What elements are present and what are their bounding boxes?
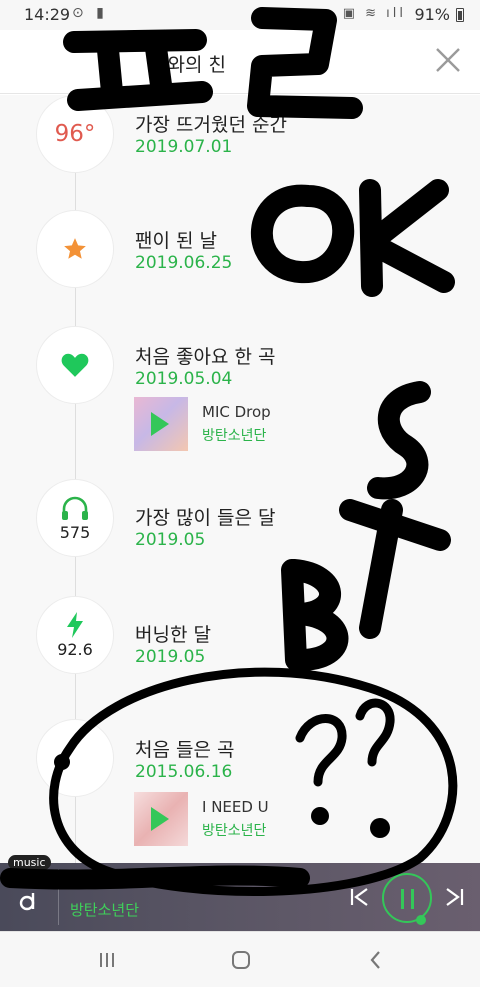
heart-badge — [36, 326, 114, 404]
entry-label: 가장 뜨거웠던 순간 — [135, 114, 287, 136]
back-icon[interactable] — [364, 948, 388, 972]
entry-label: 처음 좋아요 한 곡 — [135, 346, 276, 368]
entry-date: 2019.05 — [135, 530, 206, 550]
page-title: 나와의 친 — [150, 54, 226, 76]
notification-icons: ⊙ ▮ — [72, 5, 108, 21]
status-bar: 14:29 ⊙ ▮ ▣ ≋ ıll 91% — [0, 0, 480, 30]
entry-date: 2019.05 — [135, 647, 206, 667]
album-cover[interactable] — [134, 397, 188, 451]
album-cover[interactable] — [134, 792, 188, 846]
song-item[interactable]: I NEED U 방탄소년단 — [134, 792, 434, 848]
progress-dot[interactable] — [416, 915, 426, 925]
entry-label: 처음 들은 곡 — [135, 739, 235, 761]
temperature-badge: 96° — [36, 95, 114, 173]
header: 나와의 친 — [0, 30, 480, 94]
entry-date: 2019.06.25 — [135, 253, 233, 273]
home-icon[interactable] — [229, 948, 253, 972]
signal-icons: ▣ ≋ ıll — [342, 6, 406, 21]
song-artist: 방탄소년단 — [202, 823, 267, 839]
song-title: I NEED U — [202, 798, 269, 816]
music-tag: music — [8, 855, 51, 870]
song-title: MIC Drop — [202, 403, 271, 421]
pause-icon — [401, 889, 404, 909]
status-time: 14:29 — [24, 5, 71, 24]
first-listen-badge — [36, 719, 114, 797]
play-icon[interactable] — [151, 412, 169, 436]
next-track-icon[interactable] — [442, 885, 466, 909]
lightning-badge: 92.6 — [36, 596, 114, 674]
timeline[interactable]: 96° 가장 뜨거웠던 순간 2019.07.01 팬이 된 날 2019.06… — [0, 95, 480, 863]
entry-date: 2019.07.01 — [135, 137, 233, 157]
pause-icon — [411, 889, 414, 909]
play-icon[interactable] — [151, 807, 169, 831]
system-nav-bar — [0, 931, 480, 987]
previous-track-icon[interactable] — [348, 885, 372, 909]
burning-score: 92.6 — [57, 639, 93, 659]
song-artist: 방탄소년단 — [202, 428, 267, 444]
mini-player[interactable]: music 방탄소년단 — [0, 855, 480, 931]
pause-button[interactable] — [382, 873, 432, 925]
recent-apps-icon[interactable] — [95, 948, 119, 972]
song-item[interactable]: MIC Drop 방탄소년단 — [134, 397, 434, 453]
star-icon — [64, 238, 86, 259]
entry-label: 버닝한 달 — [135, 624, 211, 646]
entry-label: 팬이 된 날 — [135, 230, 217, 252]
lightning-icon — [67, 611, 83, 638]
battery-icon — [456, 8, 464, 22]
headphones-icon — [62, 496, 88, 520]
player-divider — [58, 869, 59, 925]
entry-label: 가장 많이 들은 달 — [135, 507, 276, 529]
entry-date: 2019.05.04 — [135, 369, 233, 389]
entry-date: 2015.06.16 — [135, 762, 233, 782]
temperature-value: 96° — [54, 121, 96, 147]
headphones-badge: 575 — [36, 479, 114, 557]
player-artist: 방탄소년단 — [70, 901, 140, 919]
close-icon[interactable] — [432, 44, 464, 76]
music-logo-icon — [19, 893, 35, 911]
star-badge — [36, 210, 114, 288]
heart-icon — [61, 353, 89, 377]
play-count: 575 — [59, 522, 91, 542]
battery-level: 91% — [414, 5, 450, 24]
